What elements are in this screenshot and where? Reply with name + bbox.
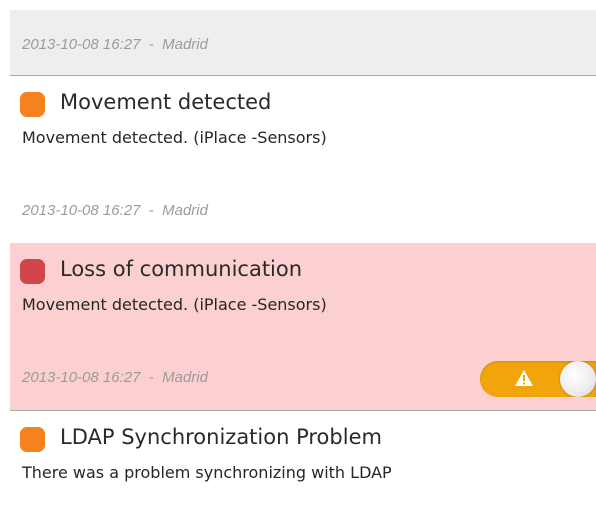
warning-icon (515, 370, 533, 386)
notification-item[interactable]: Movement detected Movement detected. (iP… (10, 76, 596, 243)
meta-separator: - (148, 369, 154, 386)
timestamp: 2013-10-08 16:27 (22, 369, 141, 386)
notification-title: Movement detected (60, 90, 272, 114)
notification-meta: 2013-10-08 16:27 - Madrid (22, 36, 208, 53)
toggle-knob[interactable] (560, 361, 596, 397)
location: Madrid (162, 369, 208, 386)
severity-orange-icon (20, 92, 45, 117)
notification-description: Movement detected. (iPlace -Sensors) (22, 295, 327, 314)
alert-toggle-switch[interactable] (480, 361, 596, 397)
notification-description: Movement detected. (iPlace -Sensors) (22, 128, 327, 147)
notification-item[interactable]: LDAP Synchronization Problem There was a… (10, 411, 596, 506)
severity-orange-icon (20, 427, 45, 452)
timestamp: 2013-10-08 16:27 (22, 202, 141, 219)
meta-separator: - (148, 36, 154, 53)
timestamp: 2013-10-08 16:27 (22, 36, 141, 53)
notification-title: LDAP Synchronization Problem (60, 425, 382, 449)
notification-description: There was a problem synchronizing with L… (22, 463, 392, 482)
meta-separator: - (148, 202, 154, 219)
severity-red-icon (20, 259, 45, 284)
notification-meta: 2013-10-08 16:27 - Madrid (22, 369, 208, 386)
location: Madrid (162, 202, 208, 219)
location: Madrid (162, 36, 208, 53)
notification-list: 2013-10-08 16:27 - Madrid Movement detec… (0, 0, 596, 506)
notification-item-alert[interactable]: Loss of communication Movement detected.… (10, 243, 596, 411)
notification-meta: 2013-10-08 16:27 - Madrid (22, 202, 208, 219)
notification-meta-header: 2013-10-08 16:27 - Madrid (10, 10, 596, 76)
notification-title: Loss of communication (60, 257, 303, 281)
